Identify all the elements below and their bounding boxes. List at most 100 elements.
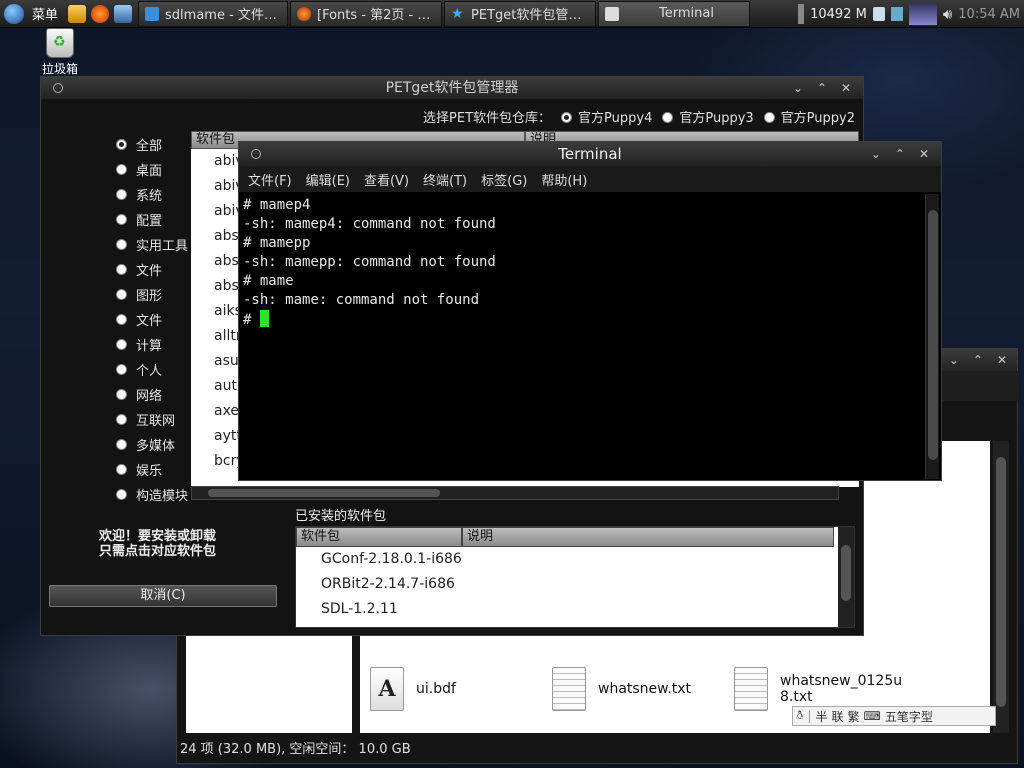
text-file-icon <box>552 667 586 711</box>
terminal-line: # mame <box>243 273 294 289</box>
penguin-icon: 🐧︎ <box>796 708 804 722</box>
welcome-line: 只需点击对应软件包 <box>99 544 217 559</box>
task-list: sdlmame - 文件… [Fonts - 第2页 - … ★ PETget软… <box>138 0 752 27</box>
ime-mode-link[interactable]: 联 <box>831 708 843 725</box>
menu-help[interactable]: 帮助(H) <box>541 170 587 189</box>
eraser-icon[interactable] <box>68 4 87 23</box>
scroll-thumb[interactable] <box>208 489 440 497</box>
radio-icon <box>116 139 127 150</box>
package-column-header[interactable]: 软件包 <box>296 527 462 547</box>
ime-mode-traditional[interactable]: 繁 <box>847 708 859 725</box>
network-status-icon[interactable] <box>890 7 903 21</box>
fm-vertical-scrollbar[interactable] <box>993 441 1009 733</box>
scroll-thumb[interactable] <box>928 210 938 460</box>
category-label: 全部 <box>136 139 163 154</box>
volume-icon[interactable]: 🔊︎ <box>943 5 952 23</box>
category-multimedia[interactable]: 多媒体 <box>116 432 188 457</box>
category-system[interactable]: 系统 <box>116 182 188 207</box>
scroll-thumb[interactable] <box>841 545 851 601</box>
menu-tabs[interactable]: 标签(G) <box>481 170 527 189</box>
repo-option-puppy2[interactable]: 官方Puppy2 <box>763 107 855 126</box>
text-cursor <box>259 310 269 327</box>
close-icon[interactable]: ✕ <box>841 77 851 99</box>
category-personal[interactable]: 个人 <box>116 357 188 382</box>
close-icon[interactable]: ✕ <box>919 142 929 166</box>
category-network[interactable]: 网络 <box>116 382 188 407</box>
file-item[interactable]: whatsnew_0125u8.txt <box>734 667 906 711</box>
fm-status-bar: 24 项 (32.0 MB), 空闲空间： 10.0 GB <box>180 742 411 757</box>
description-column-header[interactable]: 说明 <box>462 527 834 547</box>
category-label: 计算 <box>136 339 163 354</box>
file-name: whatsnew_0125u8.txt <box>780 673 903 705</box>
radio-icon <box>116 389 127 400</box>
terminal-icon <box>605 6 620 21</box>
category-label: 娱乐 <box>136 464 163 479</box>
firefox-icon <box>297 6 312 21</box>
category-setup[interactable]: 配置 <box>116 207 188 232</box>
petget-titlebar[interactable]: PETget软件包管理器 ⌄ ⌃ ✕ <box>41 77 863 99</box>
category-label: 个人 <box>136 364 163 379</box>
repo-option-puppy3[interactable]: 官方Puppy3 <box>662 107 754 126</box>
drive-icon[interactable] <box>872 7 885 21</box>
scroll-thumb[interactable] <box>996 457 1006 707</box>
ime-name[interactable]: 五笔字型 <box>885 708 933 725</box>
installed-vscrollbar[interactable] <box>838 527 854 627</box>
file-item[interactable]: whatsnew.txt <box>552 667 691 711</box>
terminal-screen[interactable]: # mamep4 -sh: mamep4: command not found … <box>241 194 925 479</box>
cancel-button[interactable]: 取消(C) <box>49 585 277 607</box>
installed-row[interactable]: SDL-1.2.11 <box>296 597 854 622</box>
category-all[interactable]: 全部 <box>116 132 188 157</box>
menu-view[interactable]: 查看(V) <box>364 170 409 189</box>
installed-row[interactable]: GConf-2.18.0.1-i686 <box>296 547 854 572</box>
trash-icon <box>46 28 74 58</box>
task-terminal[interactable]: Terminal <box>598 0 751 27</box>
category-build[interactable]: 构造模块 <box>116 482 188 507</box>
menu-file[interactable]: 文件(F) <box>248 170 292 189</box>
maximize-icon[interactable]: ⌃ <box>895 142 905 166</box>
maximize-icon[interactable]: ⌃ <box>817 77 827 99</box>
firefox-icon[interactable] <box>91 4 110 23</box>
repo-prompt: 选择PET软件包仓库： <box>423 111 552 126</box>
terminal-line: -sh: mamepp: command not found <box>243 254 496 270</box>
window-menu-icon[interactable] <box>251 149 261 159</box>
trash-desktop-icon[interactable]: 拉圾箱 <box>40 28 80 77</box>
maximize-icon[interactable]: ⌃ <box>973 349 983 371</box>
terminal-titlebar[interactable]: Terminal ⌄ ⌃ ✕ <box>239 142 941 166</box>
package-list-hscrollbar[interactable] <box>191 486 839 500</box>
repo-label: 官方Puppy3 <box>679 111 754 126</box>
category-utility[interactable]: 实用工具 <box>116 232 188 257</box>
category-file[interactable]: 文件 <box>116 257 188 282</box>
category-calculate[interactable]: 计算 <box>116 332 188 357</box>
text-file-icon <box>734 667 768 711</box>
window-menu-icon[interactable] <box>53 83 63 93</box>
terminal-prompt-line[interactable]: # <box>243 310 923 329</box>
terminal-line: -sh: mamep4: command not found <box>243 216 496 232</box>
terminal-window-buttons: ⌄ ⌃ ✕ <box>871 142 929 166</box>
category-fun[interactable]: 娱乐 <box>116 457 188 482</box>
task-fonts[interactable]: [Fonts - 第2页 - … <box>290 0 443 27</box>
file-item[interactable]: A ui.bdf <box>370 667 456 711</box>
radio-icon <box>116 289 127 300</box>
start-menu-button[interactable]: 菜单 <box>0 0 64 28</box>
category-desktop[interactable]: 桌面 <box>116 157 188 182</box>
category-document[interactable]: 文件 <box>116 307 188 332</box>
menu-terminal[interactable]: 终端(T) <box>423 170 467 189</box>
repo-option-puppy4[interactable]: 官方Puppy4 <box>561 107 652 126</box>
minimize-icon[interactable]: ⌄ <box>871 142 881 166</box>
terminal-scrollbar[interactable] <box>925 194 939 479</box>
category-label: 文件 <box>136 264 163 279</box>
close-icon[interactable]: ✕ <box>997 349 1007 371</box>
ime-mode-half[interactable]: 半 <box>815 708 827 725</box>
network-icon[interactable] <box>114 4 133 23</box>
category-graphic[interactable]: 图形 <box>116 282 188 307</box>
menu-edit[interactable]: 编辑(E) <box>306 170 350 189</box>
category-internet[interactable]: 互联网 <box>116 407 188 432</box>
minimize-icon[interactable]: ⌄ <box>949 349 959 371</box>
task-sdlmame[interactable]: sdlmame - 文件… <box>138 0 289 27</box>
keyboard-icon[interactable]: ⌨ <box>864 709 881 723</box>
task-petget[interactable]: ★ PETget软件包管… <box>444 0 597 27</box>
ime-status-bar[interactable]: 🐧︎ | 半 联 繁 ⌨ 五笔字型 <box>792 706 996 726</box>
installed-row[interactable]: ORBit2-2.14.7-i686 <box>296 572 854 597</box>
radio-icon <box>116 364 127 375</box>
minimize-icon[interactable]: ⌄ <box>793 77 803 99</box>
